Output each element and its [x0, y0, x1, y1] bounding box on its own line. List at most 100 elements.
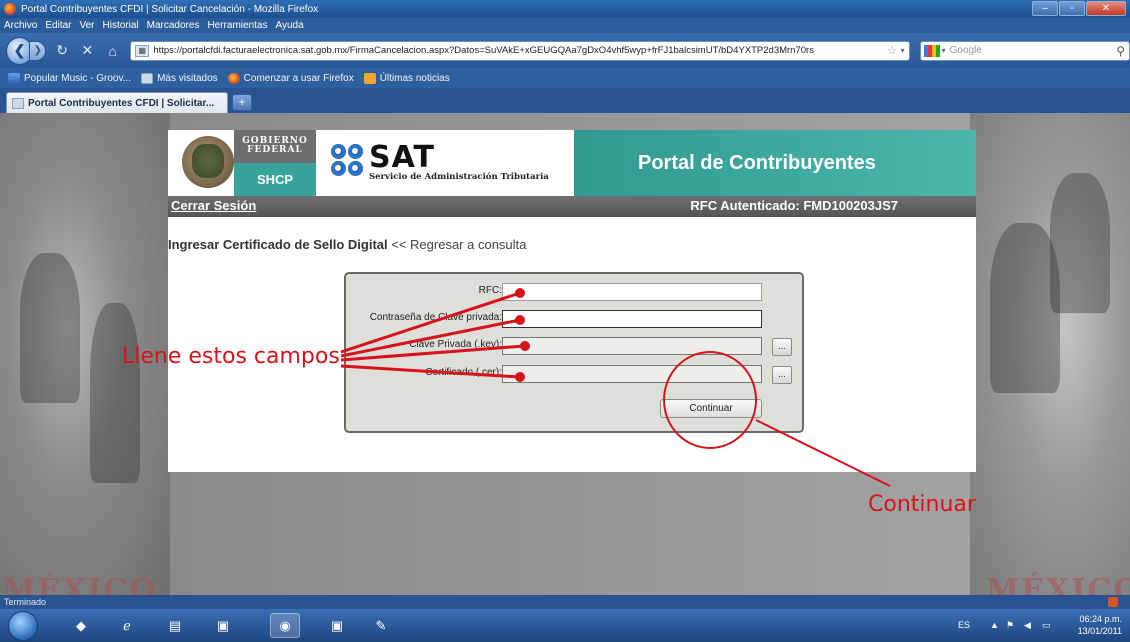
rss-icon — [363, 72, 376, 84]
reload-icon[interactable]: ↻ — [52, 41, 71, 61]
status-text: Terminado — [4, 597, 47, 607]
shcp-label: SHCP — [234, 163, 316, 196]
app-icon[interactable]: ▣ — [208, 613, 238, 638]
sat-dot — [348, 144, 363, 159]
menu-herramientas[interactable]: Herramientas — [207, 20, 267, 31]
close-button[interactable]: ✕ — [1086, 1, 1126, 16]
url-text[interactable]: https://portalcfdi.facturaelectronica.sa… — [153, 45, 886, 56]
password-label: Contraseña de Clave privada: — [369, 312, 502, 323]
taskbar: ◆ ℯ ▤ ▣ ◉ ▣ ✎ ES ▲ ⚑ ◀ ▭ 06:24 p.m. 13/0… — [0, 609, 1130, 642]
maximize-button[interactable]: ▫ — [1059, 1, 1085, 16]
mexico-coat-of-arms-icon — [182, 136, 234, 188]
key-row: Clave Privada (.key): ... — [346, 337, 802, 356]
sat-logo: SAT Servicio de Administración Tributari… — [331, 140, 581, 184]
back-to-query-link[interactable]: << Regresar a consulta — [391, 237, 526, 252]
paint-icon[interactable]: ✎ — [366, 613, 396, 638]
status-bar: Terminado — [0, 595, 1130, 609]
search-icon[interactable]: ⚲ — [1116, 44, 1125, 58]
certificate-form: RFC: Contraseña de Clave privada: Clave … — [344, 272, 804, 433]
menu-editar[interactable]: Editar — [45, 20, 71, 31]
google-icon[interactable] — [923, 44, 940, 57]
session-bar: Cerrar Sesión RFC Autenticado: FMD100203… — [168, 196, 976, 217]
sat-subtitle: Servicio de Administración Tributaria — [369, 172, 549, 182]
search-placeholder[interactable]: Google — [950, 45, 1117, 56]
background-figure — [20, 253, 80, 403]
key-file-input[interactable] — [502, 337, 762, 355]
gobierno-federal-text: GOBIERNO FEDERAL — [234, 130, 316, 163]
search-box[interactable]: ▾ Google ⚲ — [919, 40, 1130, 61]
rfc-input[interactable] — [502, 283, 762, 301]
continue-button[interactable]: Continuar — [660, 399, 762, 418]
cert-file-input[interactable] — [502, 365, 762, 383]
clock-date: 13/01/2011 — [1077, 626, 1122, 636]
menu-historial[interactable]: Historial — [103, 20, 139, 31]
internet-explorer-icon[interactable]: ℯ — [112, 613, 142, 638]
url-dropdown-icon[interactable]: ▾ — [901, 46, 905, 55]
bookmark-ultimas-noticias[interactable]: Últimas noticias — [363, 72, 450, 84]
window-controls: – ▫ ✕ — [1032, 1, 1126, 16]
url-bar[interactable]: ▦ https://portalcfdi.facturaelectronica.… — [130, 40, 910, 61]
window-title: Portal Contribuyentes CFDI | Solicitar C… — [21, 3, 319, 15]
bookmark-comenzar-firefox[interactable]: Comenzar a usar Firefox — [227, 72, 354, 84]
bookmark-mas-visitados[interactable]: Más visitados — [141, 72, 218, 84]
firefox-taskbar-icon[interactable]: ◉ — [270, 613, 300, 638]
navigation-toolbar: ❮ ❯ ↻ ✕ ⌂ ▦ https://portalcfdi.facturael… — [0, 33, 1130, 68]
network-icon[interactable]: ▭ — [1042, 620, 1051, 631]
media-icon[interactable]: ◆ — [66, 613, 96, 638]
tab-portal[interactable]: Portal Contribuyentes CFDI | Solicitar..… — [6, 92, 228, 113]
volume-icon[interactable]: ◀ — [1024, 620, 1031, 631]
addon-icon[interactable] — [1108, 597, 1118, 607]
minimize-button[interactable]: – — [1032, 1, 1058, 16]
tray-expand-icon[interactable]: ▲ — [990, 620, 999, 630]
watermark-left: MÉXICO — [2, 573, 158, 595]
app-icon[interactable]: ▣ — [322, 613, 352, 638]
key-browse-button[interactable]: ... — [772, 338, 792, 356]
page-icon — [141, 72, 154, 84]
menu-archivo[interactable]: Archivo — [4, 20, 37, 31]
explorer-folder-icon[interactable]: ▤ — [160, 613, 190, 638]
cert-browse-button[interactable]: ... — [772, 366, 792, 384]
page-icon — [12, 97, 24, 109]
bookmark-label: Más visitados — [157, 72, 218, 84]
annotation-continue: Continuar — [868, 492, 976, 517]
key-label: Clave Privada (.key): — [409, 339, 502, 350]
home-icon[interactable]: ⌂ — [103, 41, 122, 61]
logout-link[interactable]: Cerrar Sesión — [171, 198, 256, 213]
sat-dots-icon — [331, 144, 365, 180]
annotation-fill-fields: Llene estos campos — [122, 344, 340, 369]
cert-row: Certificado (.cer): ... — [346, 365, 802, 384]
new-tab-button[interactable]: + — [232, 94, 252, 111]
sat-dot — [348, 161, 363, 176]
start-button[interactable] — [8, 611, 38, 641]
clock-time: 06:24 p.m. — [1079, 614, 1122, 624]
page-title: Ingresar Certificado de Sello Digital — [168, 237, 388, 252]
bookmarks-toolbar: Popular Music - Groov... Más visitados C… — [0, 68, 1130, 88]
background-figure — [90, 303, 140, 483]
bookmark-popular-music[interactable]: Popular Music - Groov... — [8, 72, 132, 84]
forward-button[interactable]: ❯ — [29, 40, 47, 61]
menu-ver[interactable]: Ver — [79, 20, 94, 31]
rfc-authenticated: RFC Autenticado: FMD100203JS7 — [690, 198, 898, 213]
portal-page: GOBIERNO FEDERAL SHCP SAT Servicio de Ad… — [168, 130, 976, 472]
page-heading: Ingresar Certificado de Sello Digital <<… — [168, 237, 526, 252]
site-identity-icon[interactable]: ▦ — [135, 44, 150, 57]
search-engine-dropdown-icon[interactable]: ▾ — [942, 46, 946, 55]
cert-label: Certificado (.cer): — [425, 367, 502, 378]
password-input[interactable] — [502, 310, 762, 328]
tab-label: Portal Contribuyentes CFDI | Solicitar..… — [28, 97, 215, 109]
bookmark-star-icon[interactable]: ☆ — [887, 44, 897, 57]
sat-dot — [331, 161, 346, 176]
eagle-icon — [192, 144, 224, 178]
background-figure — [1050, 173, 1110, 313]
bookmark-label: Últimas noticias — [379, 72, 450, 84]
menu-marcadores[interactable]: Marcadores — [147, 20, 200, 31]
flag-icon[interactable]: ⚑ — [1006, 620, 1014, 631]
language-indicator[interactable]: ES — [958, 620, 970, 630]
rfc-row: RFC: — [346, 283, 802, 301]
music-icon — [8, 72, 20, 84]
sat-wordmark: SAT — [369, 140, 435, 175]
bookmark-label: Popular Music - Groov... — [24, 72, 132, 84]
stop-icon[interactable]: ✕ — [78, 41, 97, 61]
menu-ayuda[interactable]: Ayuda — [275, 20, 303, 31]
clock[interactable]: 06:24 p.m. 13/01/2011 — [1078, 613, 1122, 637]
